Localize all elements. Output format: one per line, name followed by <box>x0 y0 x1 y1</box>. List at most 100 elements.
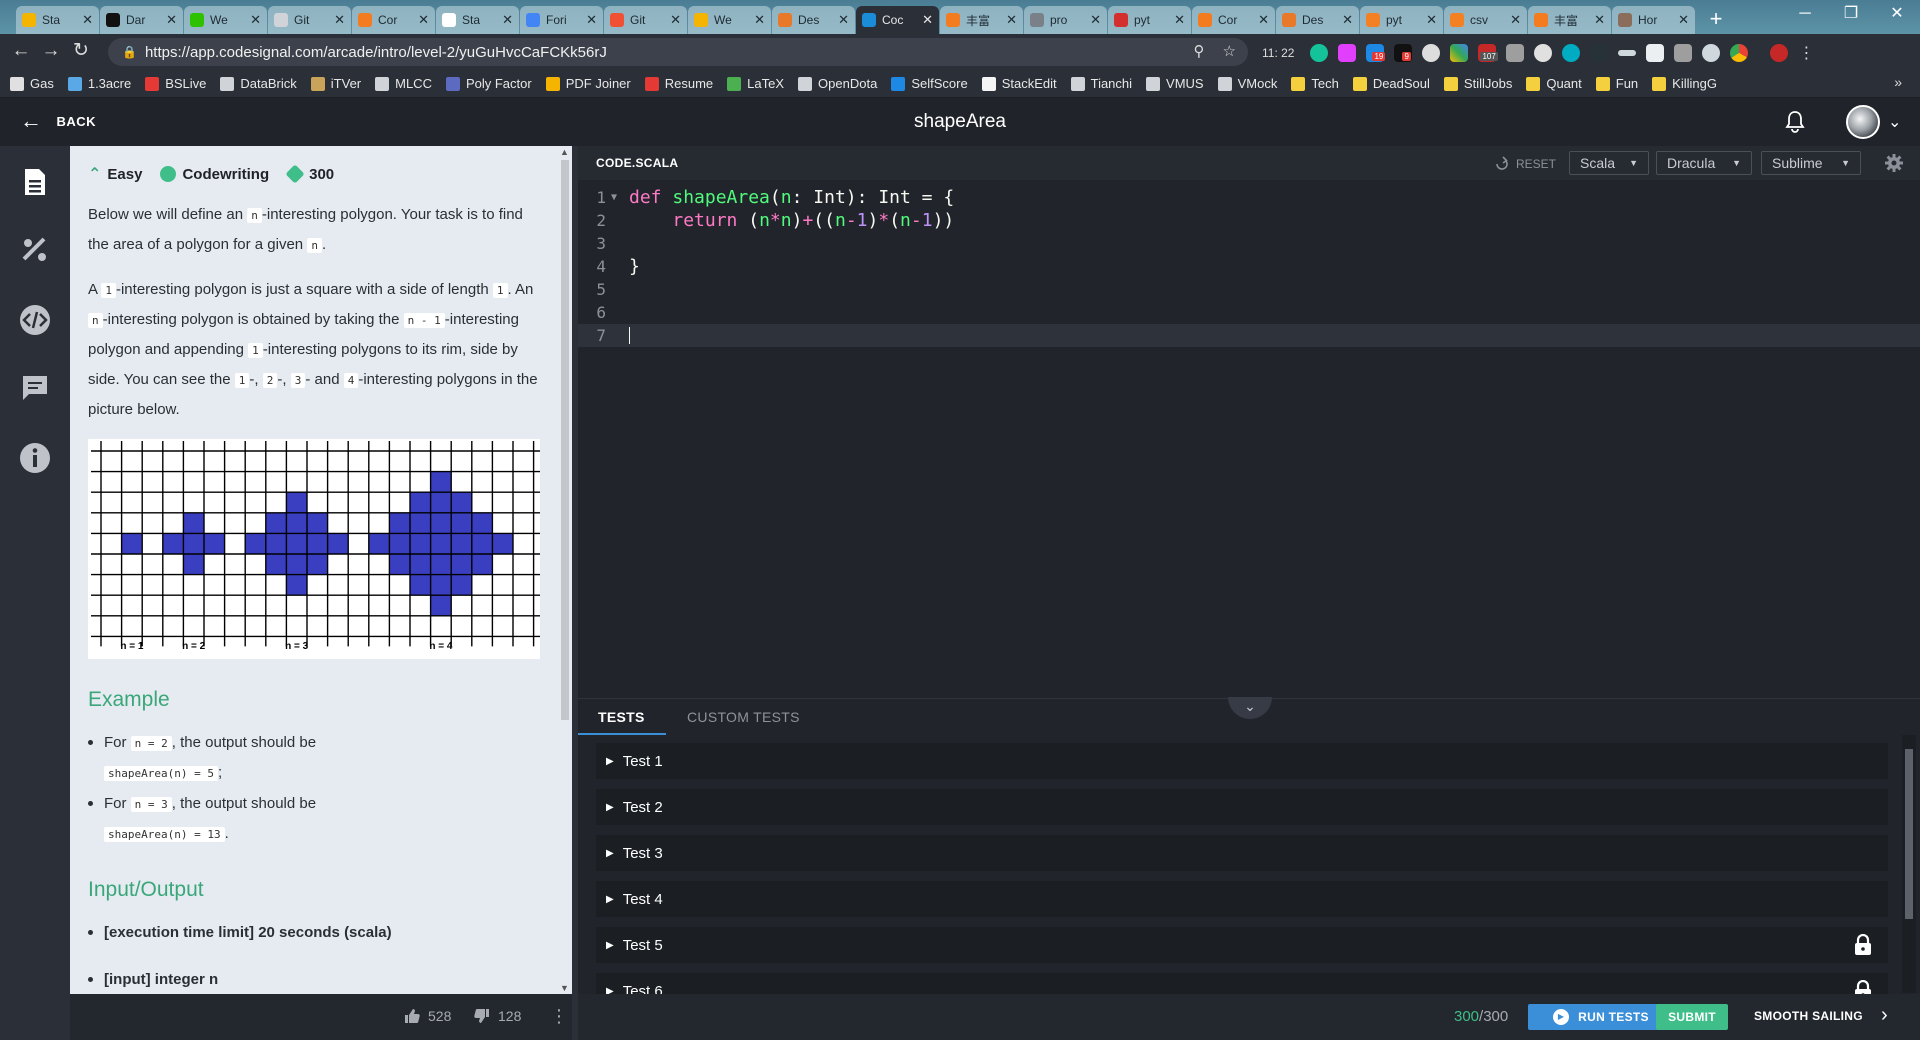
bookmark-item[interactable]: Tianchi <box>1070 76 1132 91</box>
bookmark-item[interactable]: SelfScore <box>891 76 968 91</box>
bookmark-item[interactable]: VMUS <box>1146 76 1204 91</box>
info-icon[interactable] <box>17 440 53 476</box>
test-row[interactable]: ▶ Test 5 <box>596 927 1888 963</box>
close-tab-icon[interactable]: ✕ <box>586 12 597 28</box>
extension-icon-color[interactable] <box>1450 44 1469 62</box>
reload-icon[interactable]: ↻ <box>66 37 96 67</box>
extension-icon-dark[interactable] <box>1590 44 1609 62</box>
browser-tab[interactable]: Fori ✕ <box>520 6 603 34</box>
extension-icon-bird[interactable] <box>1646 44 1665 62</box>
collapse-chevron-icon[interactable]: ⌃ <box>88 164 101 184</box>
bookmark-item[interactable]: iTVer <box>310 76 361 91</box>
tab-tests[interactable]: TESTS <box>598 709 645 725</box>
browser-tab[interactable]: Cor ✕ <box>1192 6 1275 34</box>
profile-icon[interactable] <box>1770 44 1789 62</box>
submit-button[interactable]: SUBMIT <box>1656 1004 1728 1030</box>
collapse-chevron-icon[interactable]: ⌄ <box>1228 697 1272 719</box>
back-arrow-icon[interactable]: ← <box>6 37 36 67</box>
browser-tab[interactable]: Hor ✕ <box>1612 6 1695 34</box>
bookmark-item[interactable]: PDF Joiner <box>545 76 631 91</box>
browser-tab[interactable]: pro ✕ <box>1024 6 1107 34</box>
scroll-thumb[interactable] <box>561 160 569 720</box>
close-tab-icon[interactable]: ✕ <box>1090 12 1101 28</box>
browser-tab[interactable]: Coc ✕ <box>856 6 939 34</box>
close-window-icon[interactable]: ✕ <box>1874 0 1920 30</box>
next-task-label[interactable]: SMOOTH SAILING <box>1754 1009 1863 1023</box>
bookmark-item[interactable]: DeadSoul <box>1352 76 1430 91</box>
forward-arrow-icon[interactable]: → <box>36 37 66 67</box>
extension-icon-pink[interactable] <box>1338 44 1357 62</box>
code-area[interactable]: 1 ▼ def shapeArea(n: Int): Int = { 2 ret… <box>578 186 1920 686</box>
bookmark-item[interactable]: Poly Factor <box>445 76 532 91</box>
bookmark-item[interactable]: Quant <box>1526 76 1582 91</box>
browser-tab[interactable]: Dar ✕ <box>100 6 183 34</box>
close-tab-icon[interactable]: ✕ <box>82 12 93 28</box>
test-row[interactable]: ▶ Test 1 <box>596 743 1888 779</box>
zoom-icon[interactable]: ⚲ <box>1194 42 1205 60</box>
close-tab-icon[interactable]: ✕ <box>1510 12 1521 28</box>
extension-icon-chrome[interactable] <box>1730 44 1749 62</box>
bookmark-item[interactable]: Resume <box>644 76 713 91</box>
code-solutions-icon[interactable] <box>17 302 53 338</box>
tab-custom-tests[interactable]: CUSTOM TESTS <box>687 709 800 725</box>
chevron-right-icon[interactable]: › <box>1881 1004 1888 1027</box>
new-tab-button[interactable]: + <box>1702 8 1730 32</box>
close-tab-icon[interactable]: ✕ <box>1594 12 1605 28</box>
close-tab-icon[interactable]: ✕ <box>502 12 513 28</box>
chrome-menu-icon[interactable]: ⋮ <box>1798 43 1814 63</box>
scroll-thumb[interactable] <box>1905 749 1913 919</box>
dislike-button[interactable]: 128 <box>474 1008 521 1024</box>
browser-tab[interactable]: Cor ✕ <box>352 6 435 34</box>
user-avatar[interactable] <box>1846 105 1880 139</box>
comments-icon[interactable] <box>17 370 53 406</box>
extension-icon-grey[interactable] <box>1506 44 1525 62</box>
bookmark-item[interactable]: LaTeX <box>727 76 784 91</box>
browser-tab[interactable]: Sta ✕ <box>16 6 99 34</box>
extension-icon-teal[interactable] <box>1562 44 1581 62</box>
amazon-icon[interactable]: 9 <box>1394 44 1413 62</box>
description-scrollbar[interactable]: ▲ ▼ <box>558 146 572 994</box>
notification-bell-icon[interactable] <box>1784 110 1806 134</box>
browser-tab[interactable]: 丰富 ✕ <box>940 6 1023 34</box>
browser-tab[interactable]: Sta ✕ <box>436 6 519 34</box>
bookmark-star-icon[interactable]: ☆ <box>1223 42 1236 60</box>
close-tab-icon[interactable]: ✕ <box>1678 12 1689 28</box>
bookmark-item[interactable]: DataBrick <box>220 76 297 91</box>
reset-button[interactable]: RESET <box>1493 155 1556 173</box>
like-button[interactable]: 528 <box>404 1008 451 1024</box>
more-options-icon[interactable]: ⋮ <box>550 1006 568 1027</box>
scroll-up-icon[interactable]: ▲ <box>560 147 569 157</box>
minimize-icon[interactable]: ─ <box>1782 0 1828 30</box>
ghost-icon[interactable] <box>1422 44 1441 62</box>
theme-select[interactable]: Dracula ▼ <box>1656 151 1752 175</box>
fold-caret-icon[interactable]: ▼ <box>611 186 617 209</box>
tests-scrollbar[interactable] <box>1902 735 1916 993</box>
scroll-down-icon[interactable]: ▼ <box>560 983 569 993</box>
close-tab-icon[interactable]: ✕ <box>418 12 429 28</box>
description-icon[interactable] <box>17 164 53 200</box>
extension-icon-blue[interactable]: 19 <box>1366 44 1386 62</box>
keymap-select[interactable]: Sublime ▼ <box>1761 151 1861 175</box>
bookmark-item[interactable]: StackEdit <box>981 76 1057 91</box>
extension-icon-swirl[interactable] <box>1534 44 1553 62</box>
close-tab-icon[interactable]: ✕ <box>334 12 345 28</box>
close-tab-icon[interactable]: ✕ <box>250 12 261 28</box>
extension-icon-abp[interactable]: 107 <box>1478 44 1498 62</box>
close-tab-icon[interactable]: ✕ <box>1006 12 1017 28</box>
close-tab-icon[interactable]: ✕ <box>1174 12 1185 28</box>
bookmark-item[interactable]: MLCC <box>375 76 432 91</box>
bookmark-item[interactable]: Tech <box>1291 76 1339 91</box>
bookmark-item[interactable]: Fun <box>1595 76 1638 91</box>
close-tab-icon[interactable]: ✕ <box>1342 12 1353 28</box>
extension-icon-cloud[interactable] <box>1702 44 1721 62</box>
chevron-down-icon[interactable]: ⌄ <box>1888 112 1901 132</box>
close-tab-icon[interactable]: ✕ <box>166 12 177 28</box>
test-row[interactable]: ▶ Test 3 <box>596 835 1888 871</box>
bookmark-item[interactable]: KillingG <box>1652 76 1717 91</box>
restore-icon[interactable]: ❐ <box>1828 0 1874 30</box>
bookmark-item[interactable]: Gas <box>10 76 54 91</box>
extension-icon-bar[interactable] <box>1618 50 1637 56</box>
extension-icon-h[interactable] <box>1674 44 1693 62</box>
bookmark-item[interactable]: 1.3acre <box>67 76 131 91</box>
browser-tab[interactable]: Des ✕ <box>772 6 855 34</box>
